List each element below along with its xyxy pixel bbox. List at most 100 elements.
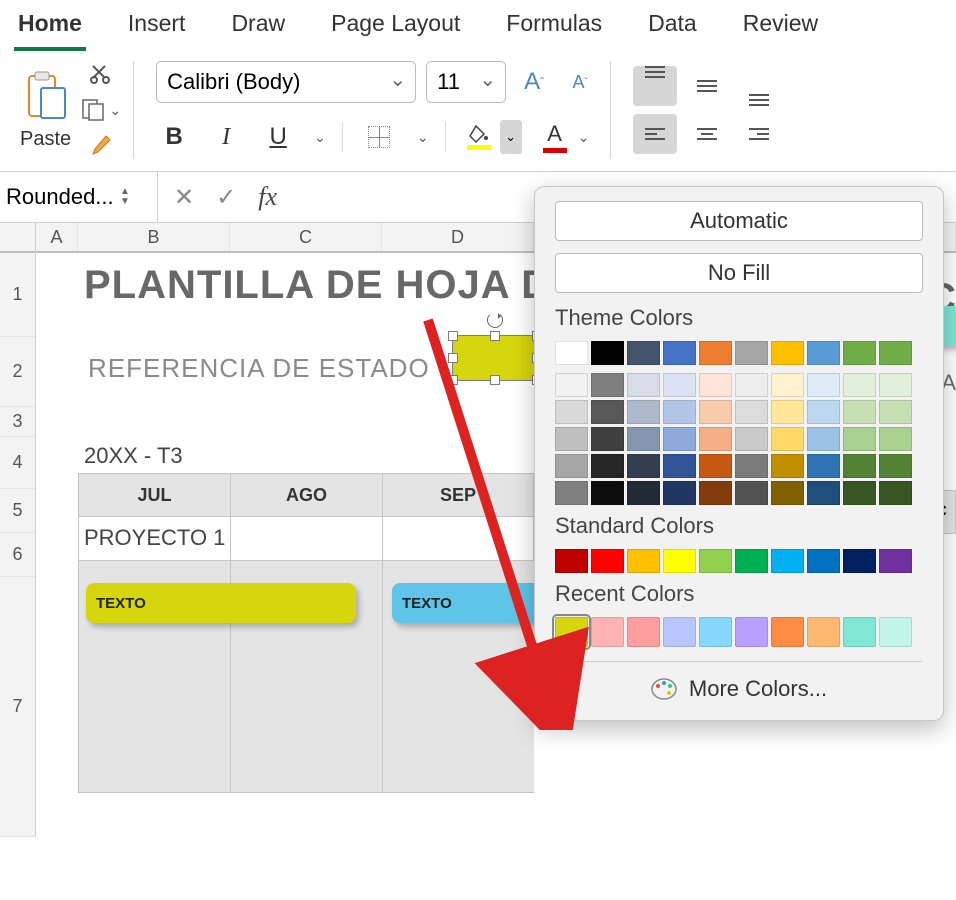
color-swatch[interactable]: [807, 400, 840, 424]
color-swatch[interactable]: [663, 617, 696, 647]
color-swatch[interactable]: [735, 549, 768, 573]
color-swatch[interactable]: [663, 400, 696, 424]
color-swatch[interactable]: [879, 454, 912, 478]
color-swatch[interactable]: [879, 427, 912, 451]
color-swatch[interactable]: [699, 400, 732, 424]
color-swatch[interactable]: [663, 549, 696, 573]
font-name-select[interactable]: [156, 61, 416, 103]
name-box[interactable]: ▲▼: [0, 172, 158, 222]
color-swatch[interactable]: [735, 427, 768, 451]
tab-review[interactable]: Review: [739, 4, 822, 51]
color-swatch[interactable]: [807, 454, 840, 478]
tab-data[interactable]: Data: [644, 4, 701, 51]
color-swatch[interactable]: [627, 617, 660, 647]
color-swatch[interactable]: [555, 454, 588, 478]
cancel-formula-button[interactable]: ✕: [174, 183, 194, 212]
color-swatch[interactable]: [843, 400, 876, 424]
color-swatch[interactable]: [771, 617, 804, 647]
fx-icon[interactable]: fx: [258, 182, 277, 212]
color-swatch[interactable]: [771, 454, 804, 478]
color-swatch[interactable]: [699, 481, 732, 505]
italic-button[interactable]: I: [208, 119, 244, 155]
color-swatch[interactable]: [879, 617, 912, 647]
column-header[interactable]: A: [36, 223, 78, 251]
align-middle-button[interactable]: [685, 66, 729, 106]
color-swatch[interactable]: [663, 481, 696, 505]
color-swatch[interactable]: [555, 341, 588, 365]
color-swatch[interactable]: [807, 549, 840, 573]
color-swatch[interactable]: [735, 341, 768, 365]
tab-page-layout[interactable]: Page Layout: [327, 4, 464, 51]
color-swatch[interactable]: [591, 400, 624, 424]
resize-handle[interactable]: [490, 375, 500, 385]
align-bottom-button[interactable]: [737, 66, 781, 106]
color-swatch[interactable]: [663, 427, 696, 451]
format-painter-button[interactable]: [81, 133, 121, 159]
select-all-corner[interactable]: [0, 223, 35, 253]
color-swatch[interactable]: [555, 427, 588, 451]
align-center-button[interactable]: [685, 114, 729, 154]
gantt-bar-1[interactable]: TEXTO: [86, 583, 356, 623]
increase-font-button[interactable]: Aˆ: [516, 64, 552, 100]
column-header[interactable]: C: [230, 223, 382, 251]
column-header[interactable]: D: [382, 223, 534, 251]
color-swatch[interactable]: [879, 341, 912, 365]
accept-formula-button[interactable]: ✓: [216, 183, 236, 212]
color-swatch[interactable]: [591, 549, 624, 573]
color-swatch[interactable]: [555, 373, 588, 397]
color-swatch[interactable]: [663, 373, 696, 397]
row-header[interactable]: 4: [0, 437, 35, 489]
tab-insert[interactable]: Insert: [124, 4, 190, 51]
color-swatch[interactable]: [807, 427, 840, 451]
color-swatch[interactable]: [771, 341, 804, 365]
color-swatch[interactable]: [627, 549, 660, 573]
color-swatch[interactable]: [843, 427, 876, 451]
borders-button[interactable]: [359, 119, 399, 155]
row-header[interactable]: 2: [0, 337, 35, 407]
color-swatch[interactable]: [735, 373, 768, 397]
color-swatch[interactable]: [807, 617, 840, 647]
color-swatch[interactable]: [879, 481, 912, 505]
color-swatch[interactable]: [591, 341, 624, 365]
row-header[interactable]: 6: [0, 533, 35, 577]
paste-button[interactable]: Paste: [20, 70, 71, 151]
color-swatch[interactable]: [591, 373, 624, 397]
rotate-handle[interactable]: [487, 312, 503, 328]
fill-color-dropdown[interactable]: ⌄: [500, 120, 522, 154]
color-swatch[interactable]: [735, 454, 768, 478]
color-swatch[interactable]: [591, 617, 624, 647]
more-colors-button[interactable]: More Colors...: [555, 661, 923, 716]
color-swatch[interactable]: [555, 549, 588, 573]
color-swatch[interactable]: [555, 617, 588, 647]
namebox-down[interactable]: ▼: [120, 197, 130, 207]
no-fill-button[interactable]: No Fill: [555, 253, 923, 293]
underline-button[interactable]: U: [260, 119, 296, 155]
color-swatch[interactable]: [663, 454, 696, 478]
color-swatch[interactable]: [771, 549, 804, 573]
chevron-down-icon[interactable]: ⌄: [314, 129, 326, 146]
color-swatch[interactable]: [699, 549, 732, 573]
color-swatch[interactable]: [699, 454, 732, 478]
color-swatch[interactable]: [555, 400, 588, 424]
row-header[interactable]: 1: [0, 253, 35, 337]
color-swatch[interactable]: [879, 549, 912, 573]
color-swatch[interactable]: [843, 481, 876, 505]
row-header[interactable]: 5: [0, 489, 35, 533]
font-size-select[interactable]: [426, 61, 506, 103]
color-swatch[interactable]: [699, 373, 732, 397]
color-swatch[interactable]: [771, 400, 804, 424]
color-swatch[interactable]: [879, 400, 912, 424]
font-color-button[interactable]: A: [538, 120, 572, 154]
color-swatch[interactable]: [807, 481, 840, 505]
cut-button[interactable]: [81, 61, 121, 87]
color-swatch[interactable]: [555, 481, 588, 505]
tab-home[interactable]: Home: [14, 4, 86, 51]
color-swatch[interactable]: [591, 427, 624, 451]
color-swatch[interactable]: [591, 454, 624, 478]
resize-handle[interactable]: [448, 375, 458, 385]
color-swatch[interactable]: [627, 373, 660, 397]
color-swatch[interactable]: [807, 341, 840, 365]
chevron-down-icon[interactable]: ⌄: [417, 129, 429, 146]
row-header[interactable]: 3: [0, 407, 35, 437]
color-swatch[interactable]: [807, 373, 840, 397]
